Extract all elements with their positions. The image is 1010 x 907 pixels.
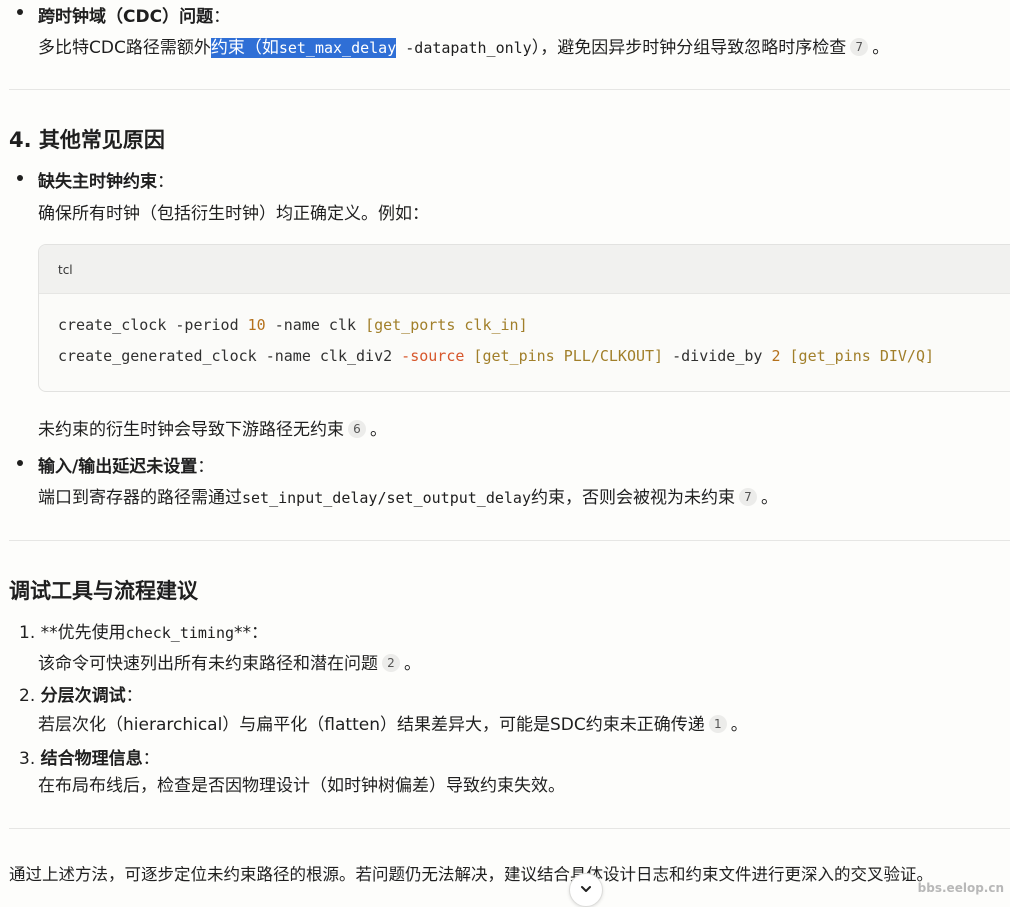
- list-item-title: 1. **优先使用check_timing**：: [19, 623, 269, 643]
- list-item-desc: 该命令可快速列出所有未约束路径和潜在问题 2。: [38, 654, 421, 674]
- citation-badge[interactable]: 7: [738, 488, 757, 506]
- list-bullet: [17, 9, 23, 15]
- list-bullet: [17, 460, 23, 466]
- section-heading: 4. 其他常见原因: [9, 128, 165, 152]
- list-item-desc: 在布局布线后，检查是否因物理设计（如时钟树偏差）导致约束失效。: [38, 776, 565, 796]
- list-item-title: 3. 结合物理信息：: [19, 749, 160, 769]
- code-header: tcl: [39, 245, 1010, 294]
- list-bullet: [17, 175, 23, 181]
- item-desc: 端口到寄存器的路径需通过set_input_delay/set_output_d…: [38, 488, 778, 508]
- code-line: create_generated_clock -name clk_div2 -s…: [58, 347, 935, 365]
- selected-text[interactable]: 约束（如set_max_delay: [210, 38, 397, 58]
- code-block: tcl create_clock -period 10 -name clk [g…: [38, 244, 1010, 392]
- scroll-down-button[interactable]: [569, 873, 603, 907]
- after-code-text: 未约束的衍生时钟会导致下游路径无约束 6。: [38, 420, 387, 440]
- citation-badge[interactable]: 2: [382, 654, 400, 672]
- citation-badge[interactable]: 7: [850, 38, 869, 56]
- divider: [9, 89, 1010, 90]
- list-item-desc: 若层次化（hierarchical）与扁平化（flatten）结果差异大，可能是…: [38, 715, 748, 735]
- chevron-down-icon: [581, 886, 591, 892]
- divider: [9, 828, 1010, 829]
- conclusion-text: 通过上述方法，可逐步定位未约束路径的根源。若问题仍无法解决，建议结合具体设计日志…: [9, 865, 933, 884]
- item-title-line: 输入/输出延迟未设置：: [38, 457, 215, 477]
- divider: [9, 540, 1010, 541]
- code-language-label: tcl: [58, 263, 73, 277]
- code-line: create_clock -period 10 -name clk [get_p…: [58, 316, 528, 334]
- cdc-title: 跨时钟域（CDC）问题: [38, 7, 214, 27]
- list-item-title: 2. 分层次调试：: [19, 686, 143, 706]
- item-title-line: 缺失主时钟约束：: [38, 172, 174, 192]
- cdc-desc: 多比特CDC路径需额外约束（如set_max_delay -datapath_o…: [38, 38, 890, 58]
- citation-badge[interactable]: 1: [708, 715, 727, 733]
- watermark: bbs.eelop.cn: [917, 881, 1004, 895]
- cdc-title-line: 跨时钟域（CDC）问题：: [38, 7, 231, 27]
- citation-badge[interactable]: 6: [348, 420, 366, 438]
- section-heading: 调试工具与流程建议: [9, 579, 198, 603]
- item-desc: 确保所有时钟（包括衍生时钟）均正确定义。例如：: [38, 204, 429, 224]
